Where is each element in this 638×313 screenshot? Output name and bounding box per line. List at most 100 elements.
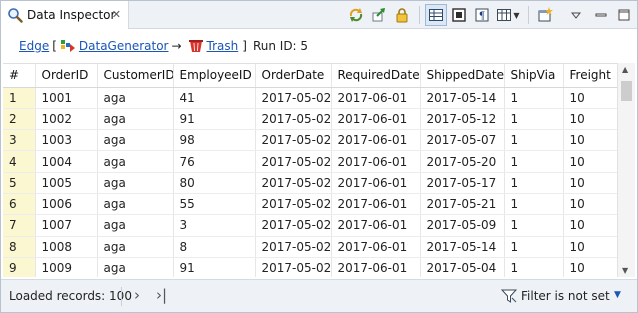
table-cell[interactable]: 80 — [173, 172, 256, 194]
table-cell[interactable]: 2017-05-02 — [255, 214, 332, 237]
table-cell[interactable]: aga — [97, 108, 174, 131]
row-index-cell[interactable]: 2 — [3, 108, 36, 131]
row-index-cell[interactable]: 4 — [3, 150, 36, 173]
table-cell[interactable]: 1 — [504, 172, 564, 194]
table-cell[interactable]: 10 — [563, 214, 618, 237]
table-cell[interactable]: 2017-06-01 — [331, 236, 421, 258]
column-header[interactable]: RequiredDate — [331, 64, 421, 88]
table-cell[interactable]: 1 — [504, 193, 564, 216]
table-cell[interactable]: 1005 — [35, 172, 98, 194]
table-cell[interactable]: 2017-05-02 — [255, 87, 332, 109]
table-cell[interactable]: 1007 — [35, 214, 98, 237]
table-cell[interactable]: 2017-05-14 — [420, 87, 505, 109]
column-header[interactable]: # — [3, 64, 36, 88]
table-row[interactable]: 3 1003 aga 98 2017-05-02 2017-06-01 2017-05-07… — [3, 129, 618, 152]
table-cell[interactable]: 10 — [563, 257, 618, 277]
table-row[interactable]: 5 1005 aga 80 2017-05-02 2017-06-01 2017-05-17… — [3, 172, 618, 194]
table-cell[interactable]: 1009 — [35, 257, 98, 277]
table-cell[interactable]: 10 — [563, 108, 618, 131]
table-cell[interactable]: aga — [97, 193, 174, 216]
close-icon[interactable]: ✕ — [112, 9, 121, 20]
row-index-cell[interactable]: 1 — [3, 87, 36, 109]
row-index-cell[interactable]: 6 — [3, 193, 36, 216]
row-index-cell[interactable]: 9 — [3, 257, 36, 277]
table-cell[interactable]: 2017-06-01 — [331, 172, 421, 194]
chevron-down-icon[interactable]: ▼ — [614, 290, 621, 300]
column-header[interactable]: OrderDate — [255, 64, 332, 88]
table-cell[interactable]: 2017-05-04 — [420, 257, 505, 277]
scroll-up-icon[interactable]: ▲ — [622, 65, 628, 74]
table-view-icon[interactable] — [425, 4, 447, 26]
row-index-cell[interactable]: 5 — [3, 172, 36, 194]
table-cell[interactable]: 1 — [504, 236, 564, 258]
table-cell[interactable]: 3 — [173, 214, 256, 237]
minimize-icon[interactable] — [590, 4, 612, 26]
scroll-thumb[interactable] — [621, 81, 632, 101]
table-cell[interactable]: 2017-05-02 — [255, 150, 332, 173]
table-cell[interactable]: 8 — [173, 236, 256, 258]
table-cell[interactable]: aga — [97, 87, 174, 109]
table-cell[interactable]: 1008 — [35, 236, 98, 258]
trash-link[interactable]: Trash — [207, 39, 239, 53]
scroll-down-icon[interactable]: ▼ — [622, 266, 628, 275]
table-cell[interactable]: aga — [97, 214, 174, 237]
table-cell[interactable]: aga — [97, 172, 174, 194]
next-page-icon[interactable]: › — [134, 286, 140, 304]
table-cell[interactable]: 2017-05-12 — [420, 108, 505, 131]
table-row[interactable]: 8 1008 aga 8 2017-05-02 2017-06-01 2017-05-14 1… — [3, 236, 618, 258]
table-cell[interactable]: 10 — [563, 172, 618, 194]
table-cell[interactable]: 2017-05-02 — [255, 129, 332, 152]
table-cell[interactable]: 2017-05-20 — [420, 150, 505, 173]
filter-button[interactable]: Filter is not set — [500, 288, 610, 304]
table-cell[interactable]: 1 — [504, 129, 564, 152]
table-cell[interactable]: 10 — [563, 236, 618, 258]
table-cell[interactable]: 2017-05-07 — [420, 129, 505, 152]
view-menu-icon[interactable] — [563, 4, 589, 26]
table-cell[interactable]: 2017-05-09 — [420, 214, 505, 237]
table-cell[interactable]: aga — [97, 236, 174, 258]
table-cell[interactable]: 10 — [563, 150, 618, 173]
table-row[interactable]: 6 1006 aga 55 2017-05-02 2017-06-01 2017-05-21… — [3, 193, 618, 216]
column-header[interactable]: ShipVia — [504, 64, 564, 88]
columns-menu-icon[interactable]: ▼ — [494, 4, 522, 26]
table-cell[interactable]: 1006 — [35, 193, 98, 216]
table-cell[interactable]: 1 — [504, 87, 564, 109]
table-row[interactable]: 9 1009 aga 91 2017-05-02 2017-06-01 2017-05-04… — [3, 257, 618, 277]
table-cell[interactable]: 2017-05-14 — [420, 236, 505, 258]
table-cell[interactable]: 1002 — [35, 108, 98, 131]
table-cell[interactable]: 91 — [173, 257, 256, 277]
table-cell[interactable]: 2017-06-01 — [331, 257, 421, 277]
table-cell[interactable]: 2017-05-02 — [255, 236, 332, 258]
table-row[interactable]: 7 1007 aga 3 2017-05-02 2017-06-01 2017-05-09 1… — [3, 214, 618, 237]
vertical-scrollbar[interactable]: ▲ ▼ — [617, 63, 635, 277]
row-index-cell[interactable]: 7 — [3, 214, 36, 237]
table-cell[interactable]: 1003 — [35, 129, 98, 152]
table-cell[interactable]: 10 — [563, 87, 618, 109]
table-cell[interactable]: 1 — [504, 150, 564, 173]
table-cell[interactable]: 41 — [173, 87, 256, 109]
table-cell[interactable]: 2017-06-01 — [331, 108, 421, 131]
column-header[interactable]: EmployeeID — [173, 64, 256, 88]
last-page-icon[interactable]: ›| — [156, 286, 167, 304]
lock-icon[interactable] — [391, 4, 413, 26]
table-cell[interactable]: 76 — [173, 150, 256, 173]
table-cell[interactable]: 10 — [563, 129, 618, 152]
table-cell[interactable]: 2017-05-02 — [255, 257, 332, 277]
maximize-icon[interactable] — [613, 4, 635, 26]
table-cell[interactable]: 1001 — [35, 87, 98, 109]
table-cell[interactable]: 2017-06-01 — [331, 87, 421, 109]
tab-data-inspector[interactable]: Data Inspector ✕ — [1, 1, 129, 29]
table-row[interactable]: 4 1004 aga 76 2017-05-02 2017-06-01 2017-05-20… — [3, 150, 618, 173]
table-cell[interactable]: 2017-06-01 — [331, 129, 421, 152]
table-cell[interactable]: aga — [97, 150, 174, 173]
table-cell[interactable]: 2017-05-02 — [255, 108, 332, 131]
table-cell[interactable]: aga — [97, 129, 174, 152]
table-cell[interactable]: 1 — [504, 108, 564, 131]
table-cell[interactable]: 2017-06-01 — [331, 193, 421, 216]
edge-link[interactable]: Edge — [19, 39, 49, 53]
sync-icon[interactable] — [345, 4, 367, 26]
column-header[interactable]: Freight — [563, 64, 618, 88]
table-row[interactable]: 2 1002 aga 91 2017-05-02 2017-06-01 2017-05-12… — [3, 108, 618, 131]
column-header[interactable]: CustomerID — [97, 64, 174, 88]
table-cell[interactable]: 1 — [504, 214, 564, 237]
